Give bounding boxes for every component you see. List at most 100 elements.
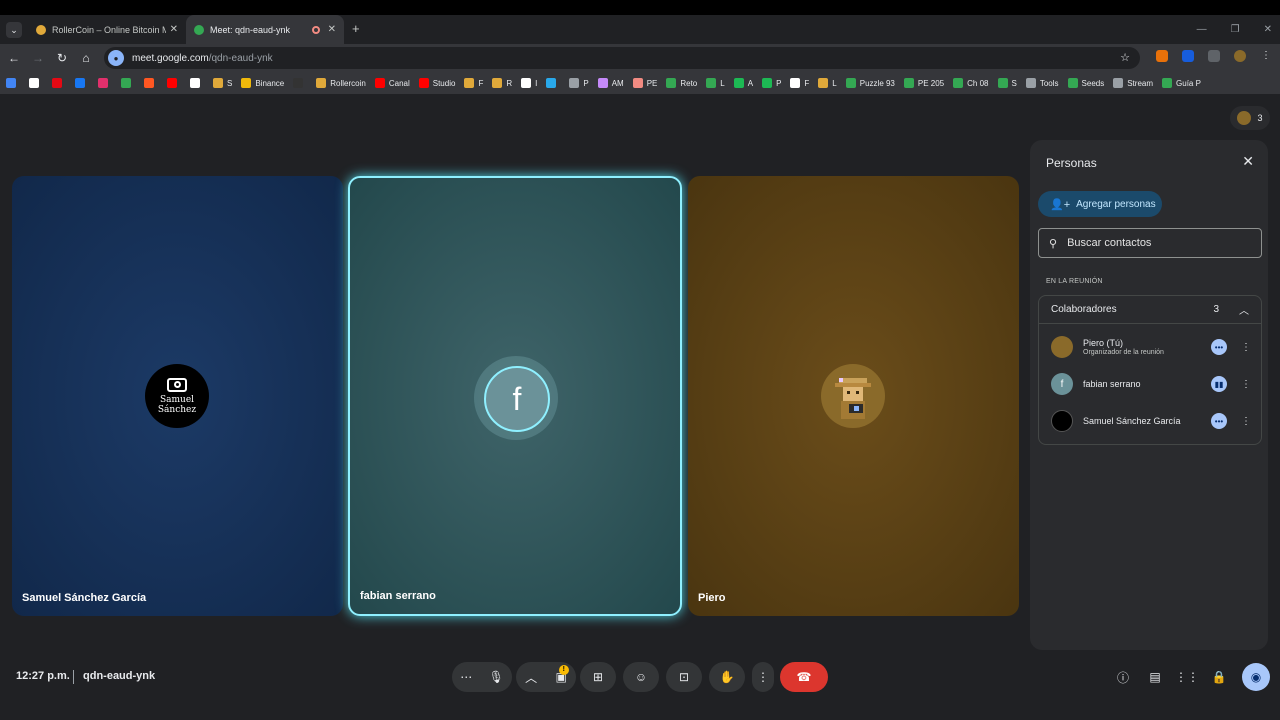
people-panel-toggle-icon[interactable]: ◉: [1242, 663, 1270, 691]
bookmark-item[interactable]: L: [706, 78, 725, 88]
bookmark-item[interactable]: Ch 08: [953, 78, 989, 88]
tab-title: Meet: qdn-eaud-ynk: [210, 24, 291, 35]
mic-in-use-icon[interactable]: ●: [108, 50, 124, 66]
bookmark-favicon-icon: [997, 78, 1008, 88]
info-icon[interactable]: ⓘ: [1114, 662, 1132, 692]
new-tab-button[interactable]: +: [352, 21, 360, 36]
search-contacts-input[interactable]: ⚲ Buscar contactos: [1038, 228, 1262, 258]
bookmark-item[interactable]: [167, 78, 181, 88]
video-tile-piero[interactable]: Piero: [688, 176, 1019, 616]
chat-icon[interactable]: ▤: [1146, 662, 1164, 692]
browser-menu-icon[interactable]: ⋮: [1260, 50, 1272, 62]
bookmark-item[interactable]: F: [464, 78, 483, 88]
bookmark-item[interactable]: P: [569, 78, 589, 88]
bookmark-item[interactable]: L: [818, 78, 837, 88]
window-close-icon[interactable]: ✕: [1264, 24, 1272, 35]
bookmark-item[interactable]: F: [790, 78, 809, 88]
bookmark-item[interactable]: [29, 78, 43, 88]
video-tile-samuel[interactable]: Samuel Sánchez Samuel Sánchez García: [12, 176, 343, 616]
bookmark-item[interactable]: P: [762, 78, 781, 88]
bookmark-item[interactable]: [546, 78, 560, 88]
bookmark-label: Studio: [432, 78, 456, 88]
chevron-up-icon[interactable]: ︿: [1239, 302, 1249, 317]
extensions-puzzle-icon[interactable]: [1208, 50, 1220, 62]
bookmark-item[interactable]: Rollercoin: [316, 78, 366, 88]
person-row-piero: Piero (Tú) Organizador de la reunión •••…: [1039, 329, 1263, 365]
tab-close-icon[interactable]: ✕: [170, 24, 178, 35]
audio-options-icon[interactable]: ⋯: [460, 670, 472, 684]
bookmark-item[interactable]: S: [213, 78, 232, 88]
forward-icon[interactable]: →: [26, 51, 50, 65]
add-people-button[interactable]: 👤+ Agregar personas: [1038, 191, 1162, 217]
tab-rollercoin[interactable]: RollerCoin – Online Bitcoin Mi ✕: [28, 15, 186, 44]
more-options-icon[interactable]: ⋮: [1241, 342, 1251, 353]
bookmark-item[interactable]: [52, 78, 66, 88]
bookmark-item[interactable]: Reto: [666, 78, 697, 88]
address-bar[interactable]: ● meet.google.com/qdn-eaud-ynk ☆: [104, 47, 1140, 69]
activities-grid-icon[interactable]: ⋮⋮: [1175, 662, 1199, 692]
bookmark-item[interactable]: PE: [632, 78, 657, 88]
restore-icon[interactable]: ❐: [1231, 24, 1240, 35]
bookmark-item[interactable]: Guía P: [1162, 78, 1201, 88]
bookmark-label: Ch 08: [967, 78, 989, 88]
leave-call-button[interactable]: ☎: [780, 662, 828, 692]
participant-count-chip[interactable]: 3: [1230, 106, 1270, 130]
bitwarden-extension-icon[interactable]: [1182, 50, 1194, 62]
bookmark-label: Binance: [255, 78, 285, 88]
video-tile-fabian[interactable]: f fabian serrano: [348, 176, 682, 616]
reload-icon[interactable]: ↻: [50, 51, 74, 65]
home-icon[interactable]: ⌂: [74, 51, 98, 65]
bookmark-item[interactable]: Tools: [1025, 78, 1059, 88]
chevron-up-icon[interactable]: ︿: [525, 669, 537, 686]
meet-stage: 3 Samuel Sánchez Samuel Sánchez García f…: [0, 96, 1280, 706]
bookmark-item[interactable]: Seeds: [1067, 78, 1104, 88]
close-panel-icon[interactable]: ✕: [1242, 153, 1254, 170]
present-screen-button[interactable]: ⊞: [580, 662, 616, 692]
fox-extension-icon[interactable]: [1156, 50, 1168, 62]
bookmark-item[interactable]: PE 205: [903, 78, 944, 88]
video-controls: ︿ ▣!: [516, 662, 576, 692]
bookmark-favicon-icon: [6, 78, 16, 88]
back-icon[interactable]: ←: [2, 51, 26, 65]
profile-avatar[interactable]: [1234, 50, 1246, 62]
bookmark-item[interactable]: [190, 78, 204, 88]
more-options-icon[interactable]: ⋮: [1241, 379, 1251, 390]
captions-button[interactable]: ⊡: [666, 662, 702, 692]
bookmark-item[interactable]: Puzzle 93: [845, 78, 895, 88]
more-options-button[interactable]: ⋮: [752, 662, 774, 692]
bookmark-item[interactable]: R: [492, 78, 512, 88]
person-name: Samuel Sánchez García: [1083, 416, 1181, 426]
bookmark-item[interactable]: A: [733, 78, 753, 88]
raise-hand-button[interactable]: ✋: [709, 662, 745, 692]
avatar-text-line2: Sánchez: [157, 404, 197, 415]
bookmark-favicon-icon: [316, 78, 327, 88]
tab-search-button[interactable]: ⌄: [6, 22, 22, 38]
bookmark-item[interactable]: [6, 78, 20, 88]
more-options-icon[interactable]: ⋮: [1241, 416, 1251, 427]
bookmark-favicon-icon: [706, 78, 717, 88]
bookmark-item[interactable]: Binance: [241, 78, 284, 88]
camera-icon[interactable]: ▣!: [555, 665, 569, 684]
minimize-icon[interactable]: —: [1197, 24, 1207, 35]
group-header[interactable]: Colaboradores 3 ︿: [1039, 296, 1261, 324]
bookmark-item[interactable]: S: [997, 78, 1017, 88]
bookmark-star-icon[interactable]: ☆: [1120, 51, 1130, 64]
bookmark-item[interactable]: I: [521, 78, 537, 88]
bookmark-item[interactable]: AM: [597, 78, 624, 88]
tab-meet[interactable]: Meet: qdn-eaud-ynk ✕: [186, 15, 344, 44]
bookmark-item[interactable]: [144, 78, 158, 88]
bookmark-item[interactable]: [98, 78, 112, 88]
bookmark-item[interactable]: Canal: [374, 78, 410, 88]
host-controls-icon[interactable]: 🔒: [1210, 662, 1228, 692]
bookmark-item[interactable]: Studio: [418, 78, 456, 88]
person-row-samuel: Samuel Sánchez García ••• ⋮: [1039, 403, 1263, 439]
bookmark-item[interactable]: [121, 78, 135, 88]
bookmark-item[interactable]: [75, 78, 89, 88]
more-dots-icon: •••: [1211, 413, 1227, 429]
reactions-button[interactable]: ☺: [623, 662, 659, 692]
microphone-icon[interactable]: 🎙: [489, 670, 504, 684]
bookmark-item[interactable]: Stream: [1113, 78, 1153, 88]
tab-close-icon[interactable]: ✕: [328, 24, 336, 35]
bookmark-item[interactable]: [293, 78, 307, 88]
emoji-icon: ☺: [634, 670, 648, 684]
